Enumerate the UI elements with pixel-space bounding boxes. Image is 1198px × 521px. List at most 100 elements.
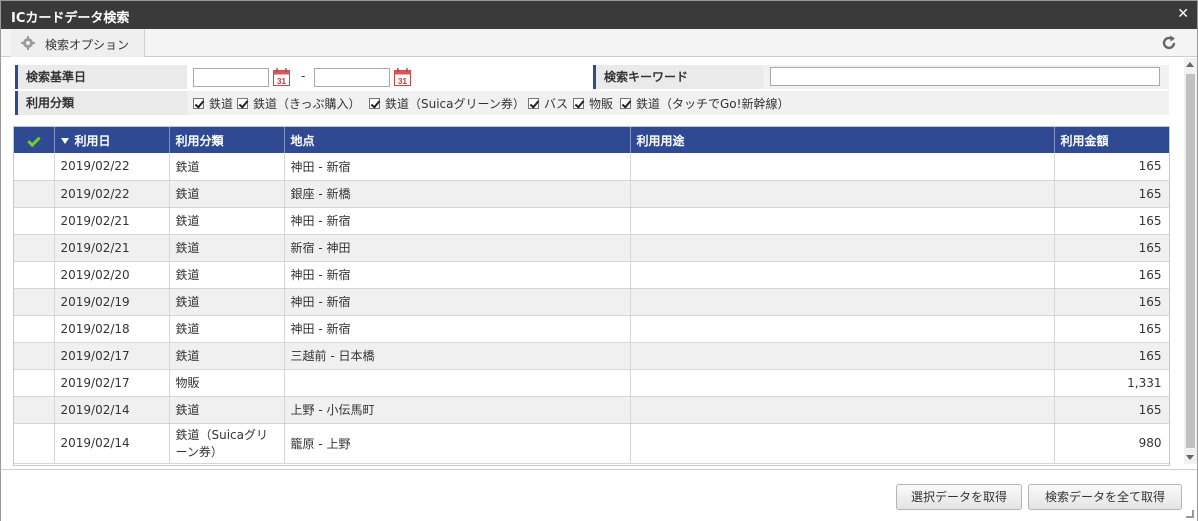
usage-type-checkbox[interactable]: バス bbox=[528, 95, 568, 111]
results-grid: 利用日 利用分類 地点 利用用途 利用金額 2019/02/22 鉄道 神田 -… bbox=[13, 126, 1170, 466]
row-select-cell[interactable] bbox=[14, 180, 55, 208]
column-header-type[interactable]: 利用分類 bbox=[169, 127, 285, 153]
vertical-scrollbar[interactable] bbox=[1184, 58, 1197, 464]
column-header-location[interactable]: 地点 bbox=[284, 127, 631, 153]
column-header-amount[interactable]: 利用金額 bbox=[1054, 127, 1169, 153]
cell-amount: 165 bbox=[1054, 261, 1169, 289]
usage-type-checkbox[interactable]: 鉄道（タッチでGo!新幹線） bbox=[620, 95, 789, 111]
cell-amount: 165 bbox=[1054, 153, 1169, 181]
cell-type: 鉄道 bbox=[169, 342, 285, 370]
row-select-cell[interactable] bbox=[14, 153, 55, 181]
usage-type-checkbox[interactable]: 鉄道（Suicaグリーン券） bbox=[369, 95, 525, 111]
gear-icon bbox=[21, 36, 35, 50]
checkbox-checked-icon[interactable] bbox=[620, 98, 631, 109]
sort-desc-icon bbox=[60, 137, 69, 144]
row-select-cell[interactable] bbox=[14, 261, 55, 289]
cell-type: 鉄道 bbox=[169, 234, 285, 262]
table-row[interactable]: 2019/02/18 鉄道 神田 - 新宿 165 bbox=[14, 315, 1169, 343]
search-options-tab[interactable]: 検索オプション bbox=[11, 29, 145, 57]
calendar-icon[interactable]: 31 bbox=[394, 68, 411, 86]
checkbox-checked-icon[interactable] bbox=[369, 98, 380, 109]
checkbox-checked-icon[interactable] bbox=[237, 98, 248, 109]
checkbox-checked-icon[interactable] bbox=[528, 98, 539, 109]
cell-purpose bbox=[630, 234, 1055, 262]
row-select-cell[interactable] bbox=[14, 423, 55, 464]
row-select-cell[interactable] bbox=[14, 288, 55, 316]
scroll-up-icon[interactable] bbox=[1186, 62, 1194, 67]
column-header-purpose[interactable]: 利用用途 bbox=[630, 127, 1055, 153]
table-row[interactable]: 2019/02/17 鉄道 三越前 - 日本橋 165 bbox=[14, 342, 1169, 370]
table-header-row: 利用日 利用分類 地点 利用用途 利用金額 bbox=[14, 127, 1169, 153]
resize-grip-icon[interactable] bbox=[1186, 510, 1194, 518]
table-row[interactable]: 2019/02/14 鉄道（Suicaグリーン券） 籠原 - 上野 980 bbox=[14, 423, 1169, 464]
cell-location: 籠原 - 上野 bbox=[284, 423, 631, 464]
cell-amount: 165 bbox=[1054, 207, 1169, 235]
table-row[interactable]: 2019/02/21 鉄道 新宿 - 神田 165 bbox=[14, 234, 1169, 262]
cell-amount: 165 bbox=[1054, 234, 1169, 262]
cell-location: 神田 - 新宿 bbox=[284, 207, 631, 235]
search-options-label: 検索オプション bbox=[45, 38, 130, 52]
usage-type-checkbox[interactable]: 鉄道（きっぷ購入） bbox=[237, 95, 361, 111]
cell-date: 2019/02/21 bbox=[54, 207, 170, 235]
cell-amount: 165 bbox=[1054, 396, 1169, 424]
cell-date: 2019/02/17 bbox=[54, 369, 170, 397]
cell-purpose bbox=[630, 342, 1055, 370]
usage-type-checkbox[interactable]: 物販 bbox=[573, 95, 613, 111]
table-row[interactable]: 2019/02/20 鉄道 神田 - 新宿 165 bbox=[14, 261, 1169, 289]
cell-purpose bbox=[630, 369, 1055, 397]
cell-type: 鉄道 bbox=[169, 261, 285, 289]
cell-purpose bbox=[630, 423, 1055, 464]
cell-location: 上野 - 小伝馬町 bbox=[284, 396, 631, 424]
table-row[interactable]: 2019/02/21 鉄道 神田 - 新宿 165 bbox=[14, 207, 1169, 235]
row-select-cell[interactable] bbox=[14, 207, 55, 235]
cell-purpose bbox=[630, 288, 1055, 316]
cell-amount: 165 bbox=[1054, 315, 1169, 343]
usage-type-checkbox[interactable]: 鉄道 bbox=[193, 95, 233, 111]
search-form: 検索基準日 31 - 31 検索キーワード 利用分類 鉄道 鉄道（きっぷ購入） … bbox=[15, 63, 1169, 115]
refresh-icon[interactable] bbox=[1161, 35, 1177, 51]
keyword-input[interactable] bbox=[770, 67, 1160, 86]
row-select-cell[interactable] bbox=[14, 342, 55, 370]
cell-amount: 165 bbox=[1054, 288, 1169, 316]
base-date-label: 検索基準日 bbox=[15, 65, 187, 89]
row-select-cell[interactable] bbox=[14, 369, 55, 397]
select-all-column[interactable] bbox=[14, 127, 55, 153]
cell-purpose bbox=[630, 396, 1055, 424]
row-select-cell[interactable] bbox=[14, 315, 55, 343]
cell-purpose bbox=[630, 153, 1055, 181]
cell-amount: 1,331 bbox=[1054, 369, 1169, 397]
table-row[interactable]: 2019/02/17 物販 1,331 bbox=[14, 369, 1169, 397]
column-header-date[interactable]: 利用日 bbox=[54, 127, 170, 153]
checkbox-checked-icon[interactable] bbox=[573, 98, 584, 109]
calendar-icon[interactable]: 31 bbox=[273, 68, 290, 86]
date-from-input[interactable] bbox=[193, 68, 269, 87]
get-selected-data-button[interactable]: 選択データを取得 bbox=[896, 484, 1022, 510]
row-select-cell[interactable] bbox=[14, 234, 55, 262]
dialog-footer: 選択データを取得 検索データを全て取得 bbox=[1, 469, 1197, 521]
table-row[interactable]: 2019/02/19 鉄道 神田 - 新宿 165 bbox=[14, 288, 1169, 316]
cell-location: 銀座 - 新橋 bbox=[284, 180, 631, 208]
check-icon[interactable] bbox=[27, 133, 41, 148]
usage-type-label: 利用分類 bbox=[15, 91, 187, 115]
cell-location: 神田 - 新宿 bbox=[284, 153, 631, 181]
dialog-title: ICカードデータ検索 bbox=[11, 11, 130, 26]
table-row[interactable]: 2019/02/22 鉄道 銀座 - 新橋 165 bbox=[14, 180, 1169, 208]
svg-text:31: 31 bbox=[398, 77, 407, 86]
close-icon[interactable]: ✕ bbox=[1177, 6, 1189, 22]
table-row[interactable]: 2019/02/14 鉄道 上野 - 小伝馬町 165 bbox=[14, 396, 1169, 424]
scroll-down-icon[interactable] bbox=[1186, 455, 1194, 460]
date-to-input[interactable] bbox=[314, 68, 390, 87]
keyword-label: 検索キーワード bbox=[593, 65, 763, 89]
cell-purpose bbox=[630, 261, 1055, 289]
table-row[interactable]: 2019/02/22 鉄道 神田 - 新宿 165 bbox=[14, 153, 1169, 181]
cell-date: 2019/02/22 bbox=[54, 180, 170, 208]
cell-date: 2019/02/21 bbox=[54, 234, 170, 262]
get-all-search-data-button[interactable]: 検索データを全て取得 bbox=[1028, 484, 1182, 510]
scrollbar-thumb[interactable] bbox=[1186, 74, 1195, 448]
cell-location: 神田 - 新宿 bbox=[284, 261, 631, 289]
checkbox-checked-icon[interactable] bbox=[193, 98, 204, 109]
cell-date: 2019/02/14 bbox=[54, 396, 170, 424]
cell-purpose bbox=[630, 207, 1055, 235]
row-select-cell[interactable] bbox=[14, 396, 55, 424]
cell-location bbox=[284, 369, 631, 397]
